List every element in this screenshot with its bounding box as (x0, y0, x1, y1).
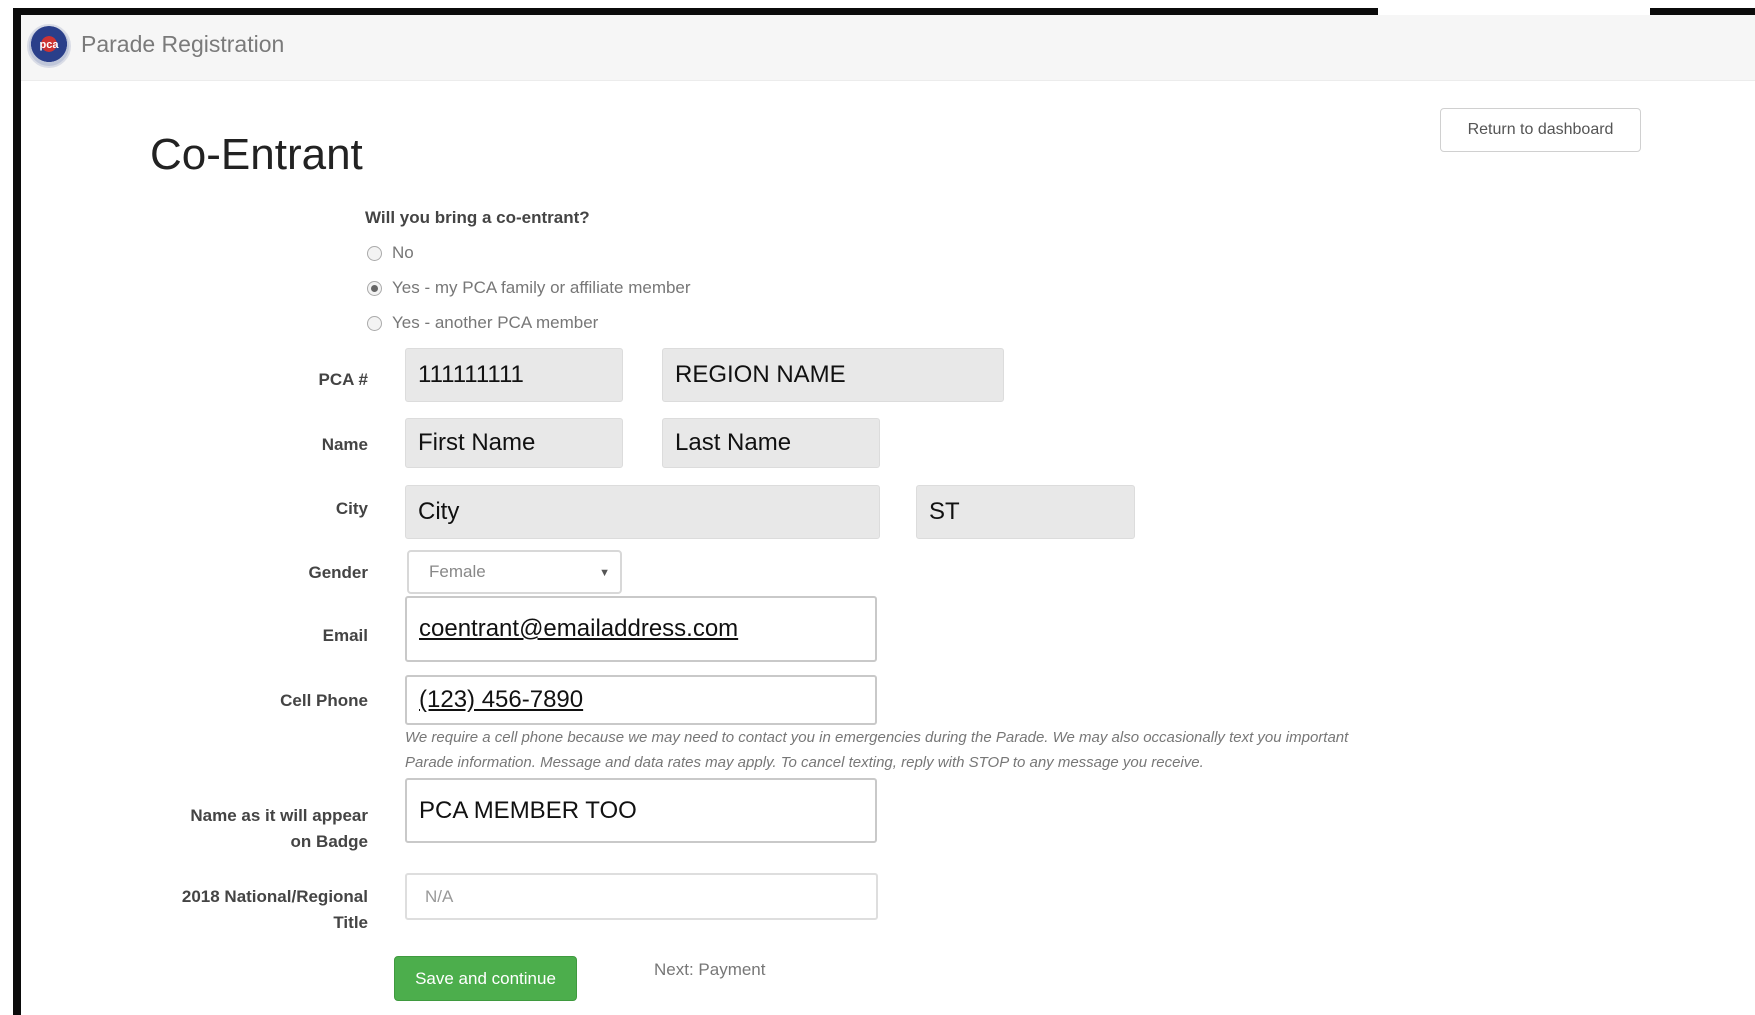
window-border-left (13, 8, 21, 1015)
logo-text: pca (39, 39, 59, 51)
brand-title[interactable]: Parade Registration (81, 31, 284, 58)
cell-phone-help-text: We require a cell phone because we may n… (405, 725, 1405, 775)
last-name-field[interactable]: Last Name (662, 418, 880, 468)
page-title: Co-Entrant (150, 130, 363, 179)
navbar: pca Parade Registration (21, 15, 1755, 81)
cell-phone-value: (123) 456-7890 (419, 686, 584, 713)
email-label: Email (322, 626, 368, 645)
email-field[interactable]: coentrant@emailaddress.com (405, 596, 877, 662)
window-border-top (13, 8, 1378, 15)
co-entrant-question: Will you bring a co-entrant? (365, 208, 590, 227)
radio-yes-family[interactable] (367, 280, 382, 296)
help-text-line-2: Parade information. Message and data rat… (405, 754, 1204, 771)
radio-yes-other-label: Yes - another PCA member (392, 313, 599, 332)
cell-phone-label: Cell Phone (280, 691, 368, 710)
national-regional-title-field[interactable]: N/A (405, 873, 878, 920)
name-label: Name (321, 435, 368, 454)
pca-number-label: PCA # (318, 370, 368, 389)
radio-option-yes-family[interactable]: Yes - my PCA family or affiliate member (367, 278, 691, 298)
gender-label: Gender (308, 563, 368, 582)
save-and-continue-button[interactable]: Save and continue (394, 956, 577, 1001)
radio-yes-other[interactable] (367, 315, 382, 331)
radio-yes-family-label: Yes - my PCA family or affiliate member (392, 278, 691, 297)
radio-option-no[interactable]: No (367, 243, 414, 263)
badge-name-label-line-1: Name as it will appear (190, 806, 368, 825)
pca-logo-icon[interactable]: pca (27, 24, 71, 68)
email-value: coentrant@emailaddress.com (419, 615, 739, 642)
cell-phone-field[interactable]: (123) 456-7890 (405, 675, 877, 725)
radio-option-yes-other[interactable]: Yes - another PCA member (367, 313, 598, 333)
app-window: pca Parade Registration Return to dashbo… (0, 0, 1755, 1015)
radio-no[interactable] (367, 245, 382, 261)
badge-name-field[interactable]: PCA MEMBER TOO (405, 778, 877, 843)
state-field[interactable]: ST (916, 485, 1135, 539)
title-label: 2018 National/Regional Title (168, 884, 368, 936)
caret-down-icon: ▼ (599, 567, 610, 579)
pca-number-field[interactable]: 111111111 (405, 348, 623, 402)
help-text-line-1: We require a cell phone because we may n… (405, 729, 1349, 746)
radio-no-label: No (392, 243, 414, 262)
gender-select[interactable]: Female ▼ (407, 550, 622, 594)
window-border-top-right (1650, 8, 1755, 15)
return-to-dashboard-button[interactable]: Return to dashboard (1440, 108, 1641, 152)
gender-selected-value: Female (429, 562, 486, 581)
next-step-text: Next: Payment (654, 960, 766, 979)
title-label-line-1: 2018 National/Regional (181, 887, 368, 906)
badge-name-label-line-2: on Badge (290, 832, 368, 851)
city-field[interactable]: City (405, 485, 880, 539)
region-name-field[interactable]: REGION NAME (662, 348, 1004, 402)
title-label-line-2: Title (333, 913, 368, 932)
first-name-field[interactable]: First Name (405, 418, 623, 468)
badge-name-label: Name as it will appear on Badge (168, 803, 368, 855)
city-label: City (335, 499, 368, 518)
